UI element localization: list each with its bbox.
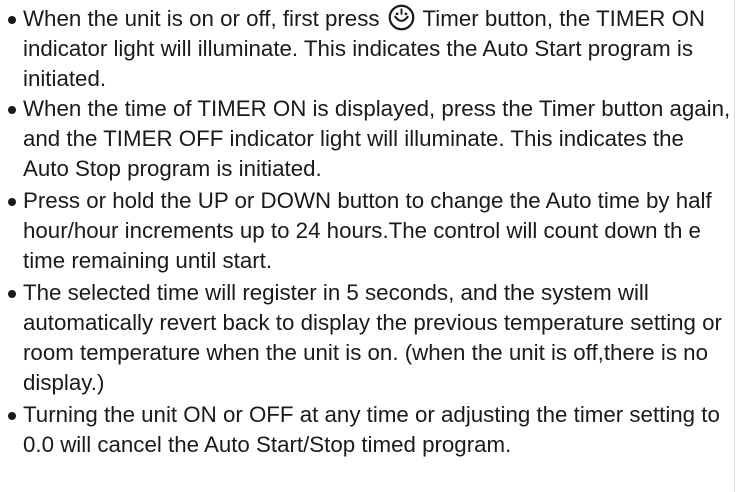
bullet-icon: [8, 16, 16, 24]
instruction-text-part-1: When the unit is on or off, first press: [23, 6, 386, 31]
bullet-icon: [8, 198, 16, 206]
timer-instructions-list: When the unit is on or off, first press …: [6, 4, 732, 460]
timer-icon: [388, 4, 415, 31]
manual-page: When the unit is on or off, first press …: [0, 0, 737, 492]
bullet-icon: [8, 106, 16, 114]
instruction-text: Press or hold the UP or DOWN button to c…: [23, 188, 712, 273]
list-item-timer-off: When the time of TIMER ON is displayed, …: [6, 94, 732, 184]
bullet-icon: [8, 412, 16, 420]
bullet-icon: [8, 290, 16, 298]
list-item-adjust-time: Press or hold the UP or DOWN button to c…: [6, 186, 732, 276]
list-item-register-time: The selected time will register in 5 sec…: [6, 278, 732, 398]
instruction-text: When the time of TIMER ON is displayed, …: [23, 96, 731, 181]
page-edge-divider: [734, 0, 735, 492]
list-item-timer-on: When the unit is on or off, first press …: [6, 4, 732, 94]
instruction-text: Turning the unit ON or OFF at any time o…: [23, 402, 720, 457]
list-item-cancel-timer: Turning the unit ON or OFF at any time o…: [6, 400, 732, 460]
instruction-text: The selected time will register in 5 sec…: [23, 280, 722, 395]
